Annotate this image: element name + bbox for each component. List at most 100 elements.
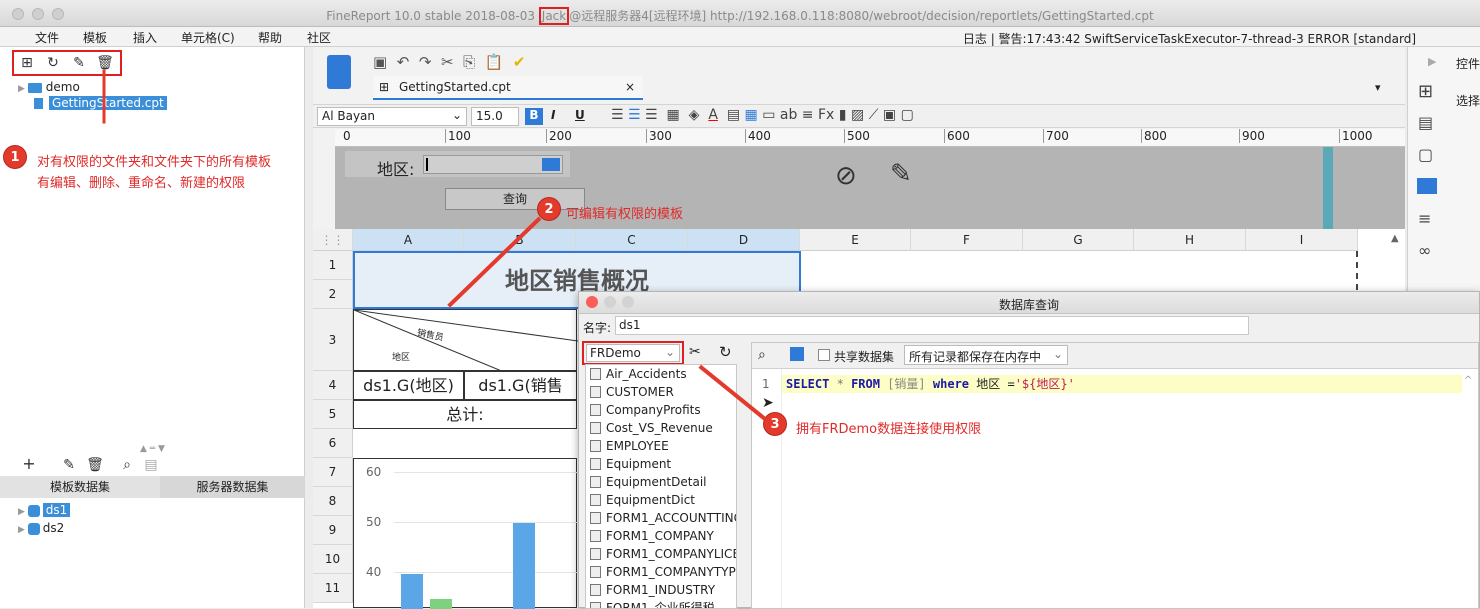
row-header-6[interactable]: 6	[313, 429, 353, 458]
redo-icon[interactable]: ↷	[419, 53, 432, 71]
dataset-name-input[interactable]: ds1	[615, 316, 1249, 335]
connection-edit-icon[interactable]: ✂	[689, 344, 701, 360]
row-header-1[interactable]: 1	[313, 251, 353, 280]
sub-report-icon[interactable]: ▣	[883, 107, 896, 123]
panel-toggle-icon[interactable]: ▾	[1375, 81, 1381, 94]
row-header-4[interactable]: 4	[313, 371, 353, 400]
log-status[interactable]: 日志 | 警告:17:43:42 SwiftServiceTaskExecuto…	[963, 30, 1416, 47]
menu-help[interactable]: 帮助	[258, 29, 282, 46]
dataset-item-ds2[interactable]: ▶ ds2	[18, 521, 64, 535]
rename-icon[interactable]: ✎	[70, 54, 88, 72]
col-header-f[interactable]: F	[911, 229, 1023, 251]
template-tab[interactable]: ⊞ GettingStarted.cpt ×	[373, 76, 643, 100]
col-header-c[interactable]: C	[576, 229, 688, 251]
paste-icon[interactable]: 📋	[485, 53, 504, 71]
list-item[interactable]: Equipment	[586, 455, 736, 473]
list-item[interactable]: FORM1_COMPANY	[586, 527, 736, 545]
cell-total[interactable]: 总计:	[353, 400, 577, 429]
col-header-i[interactable]: I	[1246, 229, 1358, 251]
insert-table-icon[interactable]: ▦	[745, 107, 758, 123]
font-size-select[interactable]: 15.0	[471, 107, 519, 126]
widget-icon[interactable]: ▭	[762, 107, 775, 123]
italic-button[interactable]: I	[551, 108, 555, 122]
col-header-d[interactable]: D	[688, 229, 800, 251]
font-color-icon[interactable]: A	[708, 107, 718, 123]
list-item[interactable]: FORM1_COMPANYLICE	[586, 545, 736, 563]
menu-template[interactable]: 模板	[83, 29, 107, 46]
param-boundary[interactable]	[1323, 147, 1333, 229]
menu-cell[interactable]: 单元格(C)	[181, 29, 235, 46]
undo-icon[interactable]: ↶	[397, 53, 410, 71]
sql-editor-line[interactable]: SELECT * FROM [销量] where 地区 ='${地区}'	[782, 375, 1462, 393]
border-icon[interactable]: ▦	[667, 107, 680, 123]
save-icon[interactable]	[790, 347, 804, 361]
dataset-item-ds1[interactable]: ▶ ds1	[18, 503, 71, 517]
delete-dataset-icon[interactable]: 🗑	[86, 456, 104, 474]
cell-b4[interactable]: ds1.G(销售	[464, 371, 577, 400]
list-item[interactable]: FORM1_INDUSTRY	[586, 581, 736, 599]
list-item[interactable]: CUSTOMER	[586, 383, 736, 401]
panel-expand-icon[interactable]: ▶	[1428, 55, 1436, 68]
share-dataset-checkbox[interactable]	[818, 349, 830, 361]
corner-cell[interactable]: ⋮⋮	[313, 229, 353, 251]
col-header-g[interactable]: G	[1023, 229, 1134, 251]
image-icon[interactable]: ▨	[851, 107, 864, 123]
row-header-3[interactable]: 3	[313, 309, 353, 371]
tab-close-icon[interactable]: ×	[625, 80, 635, 94]
underline-button[interactable]: U	[575, 108, 585, 122]
col-header-e[interactable]: E	[800, 229, 911, 251]
merge-cell-icon[interactable]: ▤	[727, 107, 740, 123]
scroll-up-icon[interactable]: ▲	[1391, 233, 1399, 244]
float-element-icon[interactable]: ▢	[1418, 145, 1433, 164]
cell-a4[interactable]: ds1.G(地区)	[353, 371, 464, 400]
row-header-2[interactable]: 2	[313, 280, 353, 309]
align-right-icon[interactable]: ☰	[645, 107, 658, 123]
hidden-eye-icon[interactable]: ⊘	[835, 161, 857, 191]
row-header-9[interactable]: 9	[313, 516, 353, 545]
refresh-icon[interactable]: ↻	[44, 54, 62, 72]
preview-dataset-icon[interactable]: ⌕	[118, 456, 136, 474]
row-header-7[interactable]: 7	[313, 458, 353, 487]
report-type-icon[interactable]	[327, 55, 351, 89]
format-painter-icon[interactable]: ✔	[513, 53, 526, 71]
condition-icon[interactable]: ≡	[1418, 209, 1431, 228]
list-item[interactable]: EquipmentDict	[586, 491, 736, 509]
list-icon[interactable]: ≡	[802, 107, 814, 123]
copy-icon[interactable]: ⎘	[463, 53, 475, 71]
font-select[interactable]: Al Bayan ⌄	[317, 107, 467, 126]
diagonal-header-cell[interactable]: 销售员 地区	[353, 309, 578, 372]
align-left-icon[interactable]: ☰	[611, 107, 624, 123]
bold-button[interactable]: B	[525, 108, 543, 125]
list-item[interactable]: FORM1_COMPANYTYP	[586, 563, 736, 581]
sql-scroll-up-icon[interactable]: ^	[1464, 375, 1472, 386]
add-dataset-icon[interactable]: +	[20, 455, 38, 473]
query-button[interactable]: 查询	[445, 188, 585, 210]
chart-icon[interactable]: ▮	[839, 107, 847, 123]
tree-folder-demo[interactable]: ▶ demo	[18, 80, 80, 94]
pencil-icon[interactable]: ✎	[890, 159, 912, 189]
list-item[interactable]: Cost_VS_Revenue	[586, 419, 736, 437]
memory-mode-select[interactable]: 所有记录都保存在内存中 ⌄	[904, 345, 1068, 365]
panel-splitter[interactable]: ▲ ═ ▼	[0, 445, 305, 454]
slash-icon[interactable]: ⟋	[869, 107, 879, 123]
fill-color-icon[interactable]: ◈	[689, 107, 700, 123]
save-icon[interactable]: ▣	[373, 53, 387, 71]
refresh-icon[interactable]: ↻	[719, 343, 732, 361]
chart-cell[interactable]: 60 50 40	[353, 458, 578, 609]
tab-server-datasets[interactable]: 服务器数据集	[160, 476, 305, 498]
cell-attr-icon[interactable]: ⊞	[1418, 81, 1433, 102]
hyperlink-icon[interactable]: ∞	[1418, 241, 1431, 260]
param-region-combo[interactable]	[423, 155, 563, 174]
formula-icon[interactable]: Fx	[818, 107, 834, 123]
row-header-11[interactable]: 11	[313, 574, 353, 603]
menu-community[interactable]: 社区	[307, 29, 331, 46]
combo-dropdown-icon[interactable]	[542, 158, 560, 171]
table-list[interactable]: Air_Accidents CUSTOMER CompanyProfits Co…	[585, 364, 737, 609]
list-item[interactable]: EquipmentDetail	[586, 473, 736, 491]
tree-file-gettingstarted[interactable]: GettingStarted.cpt	[34, 96, 167, 110]
menu-file[interactable]: 文件	[35, 29, 59, 46]
row-header-8[interactable]: 8	[313, 487, 353, 516]
connection-select[interactable]: FRDemo ⌄	[586, 344, 680, 362]
cut-icon[interactable]: ✂	[441, 53, 454, 71]
col-header-h[interactable]: H	[1134, 229, 1246, 251]
